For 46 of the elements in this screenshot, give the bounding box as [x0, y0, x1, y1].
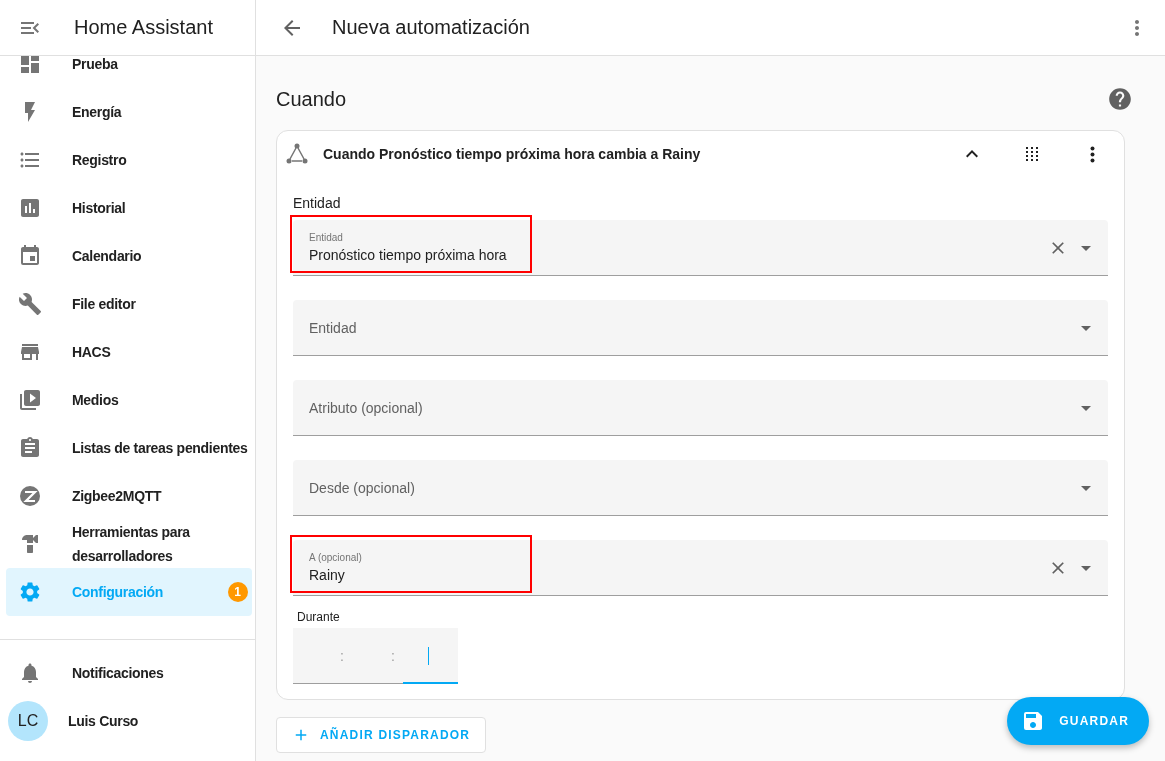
sidebar-item[interactable]: Registro [6, 136, 252, 184]
more-icon [1089, 145, 1095, 163]
sidebar-item[interactable]: Herramientas para desarrolladores [6, 520, 252, 568]
bar-chart-icon [18, 196, 42, 220]
app-title: Home Assistant [74, 16, 213, 39]
select-field[interactable]: Atributo (opcional) [293, 380, 1108, 436]
select-field[interactable]: Entidad [293, 300, 1108, 356]
sidebar-item[interactable]: Energía [6, 88, 252, 136]
circle-z-icon [18, 484, 42, 508]
count-badge: 1 [227, 582, 248, 602]
sidebar-item[interactable]: File editor [6, 280, 252, 328]
sidebar-item[interactable]: Zigbee2MQTT [6, 472, 252, 520]
page-title: Nueva automatización [332, 16, 531, 39]
calendar-icon [18, 244, 42, 268]
dashboard-icon [18, 56, 42, 76]
field-label: A (opcional) [309, 552, 363, 563]
dots-grid-icon [1025, 146, 1039, 162]
sidebar-item[interactable]: Prueba [6, 56, 252, 88]
help-icon[interactable] [1107, 86, 1133, 112]
field-label: Atributo (opcional) [309, 399, 424, 416]
clipboard-icon [18, 436, 42, 460]
field-value: Rainy [309, 567, 346, 583]
field-label: Entidad [309, 232, 344, 243]
field-label: Entidad [309, 319, 358, 336]
field-heading: Entidad [293, 195, 342, 211]
field-label: Desde (opcional) [309, 479, 416, 496]
trigger-title: Cuando Pronóstico tiempo próxima hora cambia a Rainy [323, 146, 702, 162]
time-separator: : [390, 647, 395, 664]
sidebar-item[interactable]: LC Luis Curso [6, 697, 255, 745]
field-value: Pronóstico tiempo próxima hora [309, 247, 508, 263]
wrench-icon [18, 292, 42, 316]
sidebar-item[interactable]: Listas de tareas pendientes [6, 424, 252, 472]
duration-label: Durante [297, 610, 341, 624]
sidebar-item[interactable]: Calendario [6, 232, 252, 280]
time-separator: : [339, 647, 344, 664]
sidebar-item[interactable]: HACS [6, 328, 252, 376]
user-avatar: LC [8, 701, 48, 741]
settings-icon [18, 580, 42, 604]
sidebar-item[interactable]: Historial [6, 184, 252, 232]
focus-underline [403, 682, 458, 684]
section-title: Cuando [276, 87, 347, 111]
sidebar-item[interactable]: Notificaciones [6, 649, 255, 697]
select-field[interactable]: Desde (opcional) [293, 460, 1108, 516]
video-library-icon [18, 388, 42, 412]
trigger-icon [285, 142, 309, 166]
sidebar-item[interactable]: Medios [6, 376, 252, 424]
